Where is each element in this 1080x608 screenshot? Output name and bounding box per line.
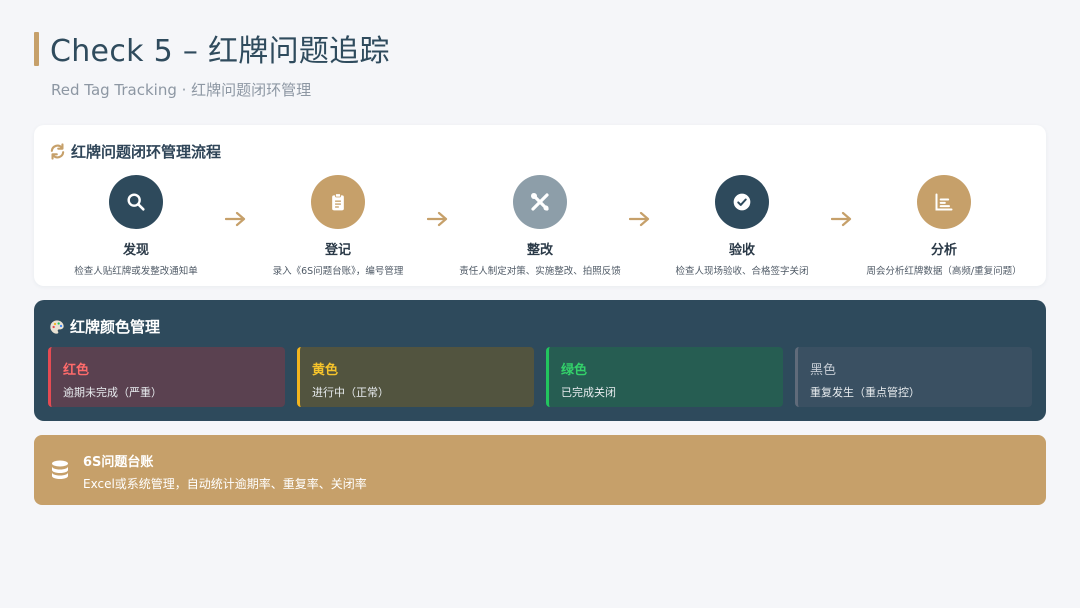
check-circle-icon <box>733 193 751 211</box>
ledger-desc: Excel或系统管理，自动统计逾期率、重复率、关闭率 <box>83 477 367 491</box>
tag-red: 红色 逾期未完成（严重） <box>48 347 285 407</box>
process-heading: 红牌问题闭环管理流程 <box>49 141 221 162</box>
tag-name: 绿色 <box>561 363 588 378</box>
process-card: 红牌问题闭环管理流程 发现 检查人贴红牌或发整改通知单 登记 录入《6S问题台账… <box>34 125 1046 286</box>
arrow-right-icon <box>629 211 650 227</box>
ledger-title: 6S问题台账 <box>83 455 154 470</box>
step-circle <box>311 175 365 229</box>
step-label: 发现 <box>122 243 149 258</box>
step-rectify: 整改 责任人制定对策、实施整改、拍照反馈 <box>450 175 630 277</box>
color-heading: 红牌颜色管理 <box>49 316 160 337</box>
step-circle <box>715 175 769 229</box>
search-icon <box>127 193 145 211</box>
arrow-right-icon <box>831 211 852 227</box>
step-desc: 检查人贴红牌或发整改通知单 <box>74 266 198 277</box>
tag-black: 黑色 重复发生（重点管控） <box>795 347 1032 407</box>
step-desc: 责任人制定对策、实施整改、拍照反馈 <box>459 266 621 277</box>
tools-icon <box>531 193 549 211</box>
database-icon <box>52 460 68 479</box>
step-register: 登记 录入《6S问题台账》，编号管理 <box>248 175 428 277</box>
refresh-icon <box>50 143 65 160</box>
arrow-right-icon <box>427 211 448 227</box>
palette-icon <box>50 319 64 334</box>
step-label: 登记 <box>324 243 351 258</box>
tag-desc: 重复发生（重点管控） <box>810 386 920 399</box>
color-management-card: 红牌颜色管理 红色 逾期未完成（严重） 黄色 进行中（正常） 绿色 已完成关闭 … <box>34 300 1046 421</box>
step-circle <box>513 175 567 229</box>
step-label: 整改 <box>526 243 553 258</box>
chart-icon <box>935 193 953 211</box>
tag-green: 绿色 已完成关闭 <box>546 347 783 407</box>
color-heading-text: 红牌颜色管理 <box>70 318 161 336</box>
process-heading-text: 红牌问题闭环管理流程 <box>71 143 222 161</box>
step-circle <box>109 175 163 229</box>
step-label: 分析 <box>930 243 957 258</box>
step-desc: 周会分析红牌数据（高频/重复问题） <box>866 266 1022 277</box>
step-circle <box>917 175 971 229</box>
step-desc: 检查人现场验收、合格签字关闭 <box>675 266 809 277</box>
ledger-card: 6S问题台账 Excel或系统管理，自动统计逾期率、重复率、关闭率 <box>34 435 1046 505</box>
page-subtitle: Red Tag Tracking · 红牌问题闭环管理 <box>51 81 312 99</box>
tag-name: 黑色 <box>810 363 837 378</box>
tag-desc: 逾期未完成（严重） <box>63 386 162 399</box>
tag-desc: 进行中（正常） <box>312 386 389 399</box>
arrow-right-icon <box>225 211 246 227</box>
step-label: 验收 <box>728 243 755 258</box>
tag-desc: 已完成关闭 <box>561 386 616 399</box>
clipboard-icon <box>332 193 344 211</box>
step-accept: 验收 检查人现场验收、合格签字关闭 <box>652 175 832 277</box>
page-title: Check 5 – 红牌问题追踪 <box>50 34 390 69</box>
step-desc: 录入《6S问题台账》，编号管理 <box>272 266 404 277</box>
step-discover: 发现 检查人贴红牌或发整改通知单 <box>46 175 226 277</box>
tag-name: 红色 <box>63 363 90 378</box>
title-accent-bar <box>34 32 39 66</box>
tag-name: 黄色 <box>312 363 339 378</box>
step-analyze: 分析 周会分析红牌数据（高频/重复问题） <box>854 175 1034 277</box>
tag-yellow: 黄色 进行中（正常） <box>297 347 534 407</box>
